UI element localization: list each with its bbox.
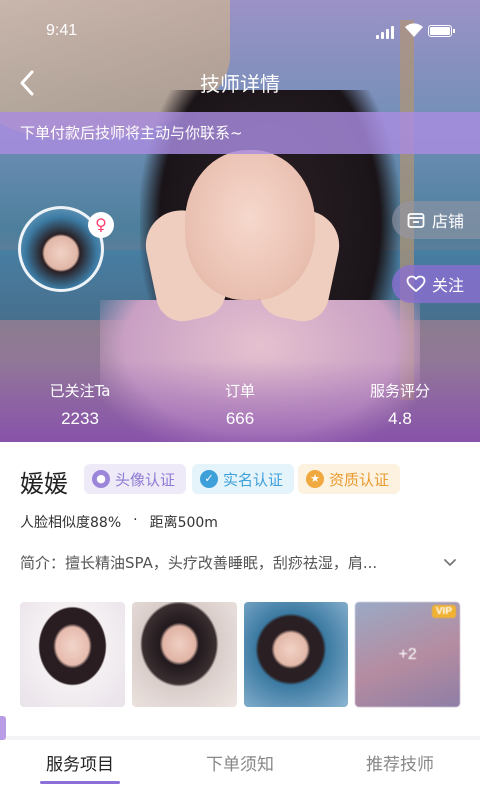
female-gender-icon: ♀ [88,212,114,238]
stat-followers: 已关注Ta 2233 [0,380,160,436]
stat-value: 666 [225,409,255,428]
meta-separator: · [133,512,138,528]
chevron-down-icon [444,559,456,566]
expand-intro-button[interactable] [440,552,460,572]
qualification-verified-badge: ★ 资质认证 [298,464,400,494]
stats-row: 已关注Ta 2233 订单 666 服务评分 4.8 [0,380,480,436]
tab-order-notes[interactable]: 下单须知 [160,740,320,800]
tab-recommended[interactable]: 推荐技师 [320,740,480,800]
tab-services[interactable]: 服务项目 [0,740,160,800]
photo-gallery: VIP +2 [20,602,460,707]
more-photos-count: +2 [398,645,417,663]
store-button[interactable]: 店铺 [392,201,480,239]
medal-icon: ★ [306,470,324,488]
order-notice-banner: 下单付款后技师将主动与你联系~ [0,112,480,154]
gallery-photo[interactable] [20,602,125,707]
user-icon: ● [92,470,110,488]
edge-accent [0,716,6,740]
stat-rating: 服务评分 4.8 [320,380,480,436]
stat-orders: 订单 666 [160,380,320,436]
realname-verified-badge: ✓ 实名认证 [192,464,294,494]
face-similarity: 人脸相似度88% [20,515,122,531]
profile-card: 媛媛 ● 头像认证 ✓ 实名认证 ★ 资质认证 人脸相似度88% · 距离500… [0,442,480,736]
badge-label: 实名认证 [223,470,284,489]
avatar-verified-badge: ● 头像认证 [84,464,186,494]
badge-label: 头像认证 [115,470,176,489]
gallery-photo[interactable] [243,602,349,707]
stat-value: 2233 [61,409,99,428]
gallery-photo[interactable] [131,602,237,707]
store-icon [407,213,425,228]
status-time: 9:41 [46,22,78,39]
technician-intro: 简介：擅长精油SPA，头疗改善睡眠，刮痧祛湿，肩... [20,554,378,572]
technician-name: 媛媛 [20,470,68,498]
profile-meta: 人脸相似度88% · 距离500m [20,512,218,532]
store-button-label: 店铺 [432,212,465,231]
wifi-icon [405,23,423,37]
badge-label: 资质认证 [329,470,390,489]
detail-tabs: 服务项目 下单须知 推荐技师 [0,740,480,800]
cellular-signal-icon [376,26,394,39]
follow-button[interactable]: 关注 [392,265,480,303]
page-title: 技师详情 [200,72,280,96]
checkmark-shield-icon: ✓ [200,470,218,488]
stat-label: 订单 [224,382,255,400]
heart-icon [406,275,426,292]
battery-icon [428,25,455,37]
stat-label: 服务评分 [369,382,430,400]
status-bar: 9:41 [0,0,480,60]
follow-button-label: 关注 [432,276,465,295]
stat-value: 4.8 [388,409,412,428]
gallery-more-photos[interactable]: VIP +2 [355,602,460,707]
stat-label: 已关注Ta [49,382,111,400]
distance: 距离500m [149,515,218,531]
